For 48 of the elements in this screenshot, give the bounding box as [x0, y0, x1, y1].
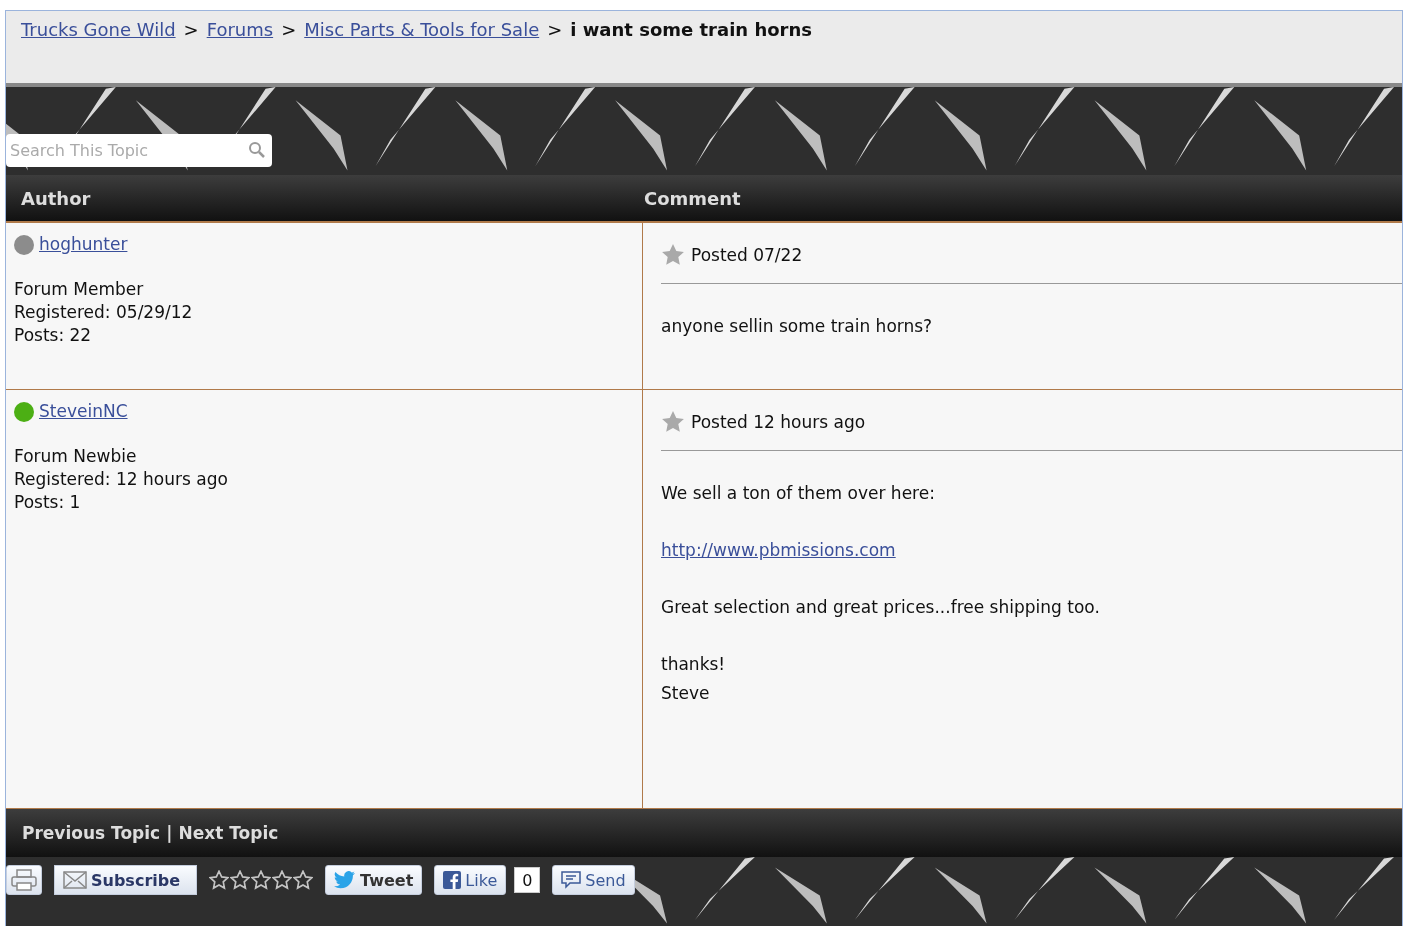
post-text: Great selection and great prices...free shipping too.	[661, 596, 1101, 619]
speech-bubble-icon	[561, 871, 582, 889]
facebook-icon	[443, 871, 462, 889]
like-button[interactable]: Like	[434, 865, 507, 895]
envelope-icon	[63, 871, 87, 889]
bird-icon	[334, 871, 357, 889]
column-header: Author	[20, 187, 92, 209]
breadcrumb-link[interactable]: Trucks Gone Wild	[21, 19, 176, 40]
post-text: anyone sellin some train horns?	[661, 315, 934, 338]
next-topic-link[interactable]: Next Topic	[178, 823, 279, 843]
previous-topic-link[interactable]: Previous Topic	[22, 823, 161, 843]
post-text: Steve	[661, 682, 711, 705]
author-link[interactable]: hoghunter	[39, 233, 128, 256]
search-icon	[248, 141, 266, 159]
search-field[interactable]: Search This Topic	[6, 134, 272, 167]
post-date: Posted 12 hours ago	[691, 412, 866, 432]
breadcrumb-separator: >	[281, 19, 297, 40]
current-topic-title: i want some train horns	[570, 19, 812, 40]
star-icon	[661, 410, 685, 434]
nav-separator: |	[166, 823, 173, 843]
author-link[interactable]: SteveinNC	[39, 400, 128, 423]
member-rank: Forum Member	[14, 278, 145, 301]
breadcrumb-separator: >	[547, 19, 563, 40]
breadcrumb-link[interactable]: Misc Parts & Tools for Sale	[304, 19, 540, 40]
printer-icon	[11, 869, 37, 891]
breadcrumb-link[interactable]: Forums	[206, 19, 274, 40]
post-text: We sell a ton of them over here:	[661, 482, 936, 505]
rating-star[interactable]	[209, 870, 230, 890]
subscribe-button[interactable]: Subscribe	[54, 865, 198, 895]
rating-star[interactable]	[293, 870, 314, 890]
post-link[interactable]: http://www.pbmissions.com	[661, 540, 896, 560]
send-button[interactable]: Send	[552, 865, 635, 895]
tweet-button[interactable]: Tweet	[325, 865, 423, 895]
registered-date: Registered: 12 hours ago	[14, 468, 229, 491]
post-count: Posts: 1	[14, 491, 82, 514]
member-rank: Forum Newbie	[14, 445, 138, 468]
post-count: Posts: 22	[14, 324, 93, 347]
post-text: thanks!	[661, 653, 727, 676]
rating-star[interactable]	[251, 870, 272, 890]
column-header: Comment	[644, 187, 741, 209]
rating-star[interactable]	[272, 870, 293, 890]
rating-star[interactable]	[230, 870, 251, 890]
registered-date: Registered: 05/29/12	[14, 301, 194, 324]
breadcrumb-separator: >	[183, 19, 199, 40]
like-count: 0	[514, 867, 541, 893]
post-date: Posted 07/22	[691, 245, 803, 265]
star-icon	[661, 243, 685, 267]
print-button[interactable]	[6, 865, 42, 895]
